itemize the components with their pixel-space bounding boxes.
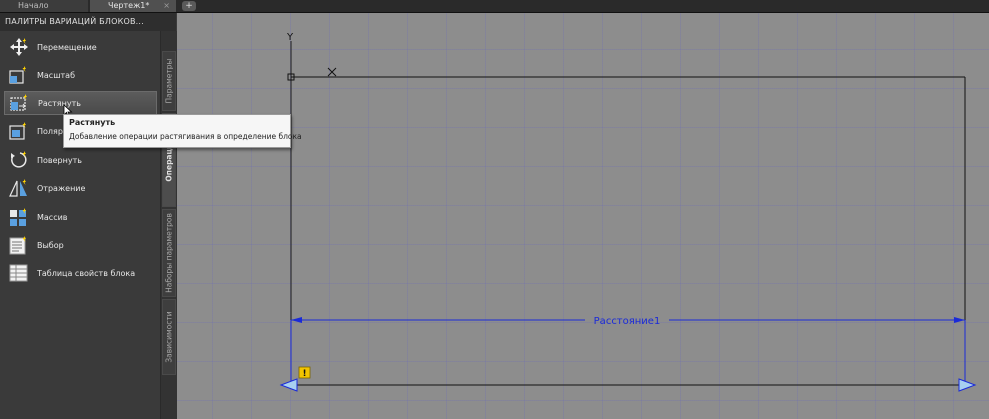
tool-block-table[interactable]: Таблица свойств блока (4, 261, 157, 285)
grip-left-triangle[interactable] (279, 378, 298, 392)
tool-array-label: Массив (37, 212, 68, 222)
tooltip-description: Добавление операции растягивания в опред… (69, 132, 302, 141)
rotate-icon (7, 149, 31, 171)
new-tab-button[interactable]: + (182, 1, 196, 11)
dimension-arrow-left (291, 317, 302, 323)
side-tab-parameters-label: Параметры (164, 58, 174, 104)
warning-icon: ! (302, 369, 306, 379)
tab-drawing[interactable]: Чертеж1* × (90, 0, 176, 12)
dimension-label[interactable]: Расстояние1 (594, 316, 661, 327)
drawing-svg: Y Расстояние1 ! (279, 32, 977, 392)
drawing-canvas[interactable]: Y Расстояние1 ! (177, 13, 989, 419)
side-tab-parameter-sets-label: Наборы параметров (164, 213, 174, 293)
grip-right-triangle[interactable] (958, 378, 977, 392)
tab-start[interactable]: Начало (0, 0, 88, 12)
polar-stretch-icon (7, 120, 31, 142)
side-tab-constraints-label: Зависимости (164, 311, 174, 363)
tab-drawing-label: Чертеж1* (108, 1, 150, 10)
tool-scale[interactable]: Масштаб (4, 63, 157, 87)
file-tab-bar: Начало Чертеж1* × + (0, 0, 989, 13)
origin-x-marker (327, 67, 337, 77)
scale-icon (7, 64, 31, 86)
side-tab-constraints[interactable]: Зависимости (162, 299, 176, 375)
block-table-icon (7, 262, 31, 284)
block-authoring-palette: ПАЛИТРЫ ВАРИАЦИЙ БЛОКОВ... Перемещение М… (0, 13, 177, 419)
tool-rotate-label: Повернуть (37, 155, 82, 165)
flip-icon (7, 177, 31, 199)
tool-block-table-label: Таблица свойств блока (37, 268, 136, 278)
palette-title: ПАЛИТРЫ ВАРИАЦИЙ БЛОКОВ... (0, 13, 176, 31)
tool-stretch[interactable]: Растянуть (4, 91, 157, 115)
dimension-arrow-right (954, 317, 965, 323)
stretch-icon (8, 92, 32, 114)
tool-lookup-label: Выбор (37, 240, 64, 250)
tool-rotate[interactable]: Повернуть (4, 148, 157, 172)
tab-start-label: Начало (18, 1, 49, 10)
close-icon[interactable]: × (163, 0, 170, 12)
palette-side-tabs: Параметры Операции Наборы параметров Зав… (160, 31, 177, 419)
tool-stretch-label: Растянуть (38, 98, 81, 108)
tool-move[interactable]: Перемещение (4, 35, 157, 59)
tool-flip-label: Отражение (37, 183, 86, 193)
side-tab-parameter-sets[interactable]: Наборы параметров (162, 209, 176, 297)
lookup-icon (7, 234, 31, 256)
tooltip-title: Растянуть (69, 118, 116, 127)
tool-scale-label: Масштаб (37, 70, 76, 80)
side-tab-parameters[interactable]: Параметры (162, 51, 176, 111)
move-icon (7, 36, 31, 58)
array-icon (7, 206, 31, 228)
tooltip: Растянуть Добавление операции растягиван… (63, 114, 302, 148)
tool-move-label: Перемещение (37, 42, 97, 52)
tool-list: Перемещение Масштаб Растянуть Полярн Пов… (0, 31, 160, 419)
tool-flip[interactable]: Отражение (4, 176, 157, 200)
y-axis-label: Y (286, 32, 294, 43)
tool-lookup[interactable]: Выбор (4, 233, 157, 257)
tool-array[interactable]: Массив (4, 205, 157, 229)
